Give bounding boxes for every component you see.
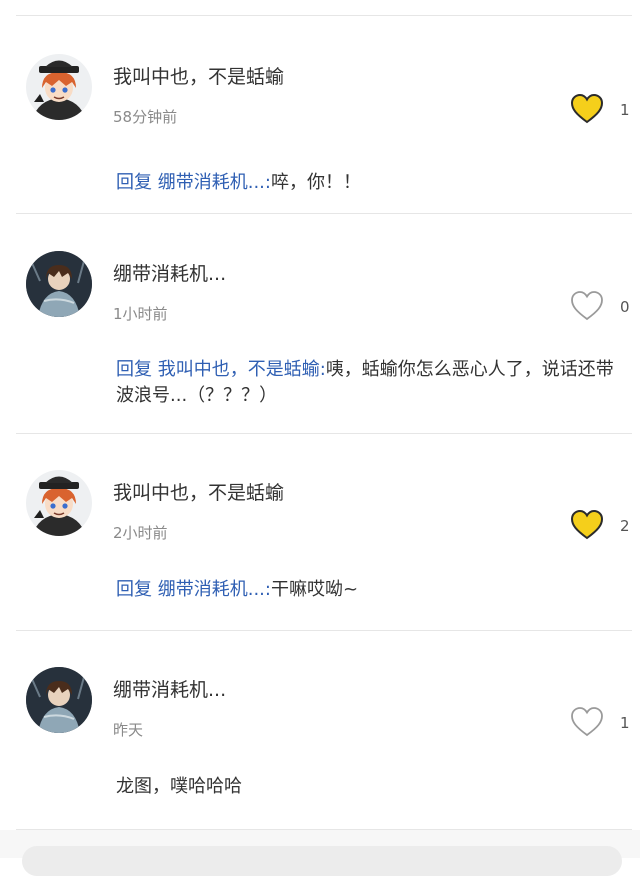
like-count: 1	[620, 101, 630, 119]
reply-text: 回复 绷带消耗机...:啐，你！！	[116, 170, 628, 196]
reply-prefix[interactable]: 回复	[116, 359, 152, 380]
like-count: 0	[620, 298, 630, 316]
reply-text: 回复 我叫中也，不是蛞蝓:咦，蛞蝓你怎么恶心人了，说话还带波浪号...（？？？）	[116, 357, 628, 409]
divider	[16, 433, 632, 434]
reply-prefix[interactable]: 回复	[116, 172, 152, 193]
heart-outline-icon[interactable]	[570, 706, 604, 738]
reply-target-username[interactable]: 绷带消耗机...:	[158, 579, 271, 600]
reply-text: 回复 绷带消耗机...:干嘛哎呦~	[116, 577, 628, 603]
username[interactable]: 我叫中也，不是蛞蝓	[113, 478, 284, 505]
avatar[interactable]	[26, 251, 92, 317]
timestamp: 2小时前	[113, 524, 168, 542]
comment-input-field[interactable]	[22, 846, 622, 876]
heart-icon[interactable]	[570, 93, 604, 125]
timestamp: 1小时前	[113, 305, 168, 323]
heart-icon[interactable]	[570, 509, 604, 541]
reply-content: 龙图，噗哈哈哈	[116, 776, 242, 797]
like-count: 1	[620, 714, 630, 732]
chuuya-avatar-icon	[26, 470, 92, 536]
heart-outline-icon[interactable]	[570, 290, 604, 322]
reply-content: 啐，你！！	[270, 172, 361, 193]
reply-target-username[interactable]: 我叫中也，不是蛞蝓:	[158, 359, 326, 380]
dazai-avatar-icon	[26, 251, 92, 317]
top-divider	[16, 15, 632, 16]
username[interactable]: 我叫中也，不是蛞蝓	[113, 62, 284, 89]
chuuya-avatar-icon	[26, 54, 92, 120]
divider	[16, 213, 632, 214]
avatar[interactable]	[26, 54, 92, 120]
username[interactable]: 绷带消耗机...	[113, 675, 226, 702]
timestamp: 58分钟前	[113, 108, 178, 126]
reply-prefix[interactable]: 回复	[116, 579, 152, 600]
divider	[16, 630, 632, 631]
avatar[interactable]	[26, 470, 92, 536]
username[interactable]: 绷带消耗机...	[113, 259, 226, 286]
timestamp: 昨天	[113, 721, 144, 739]
avatar[interactable]	[26, 667, 92, 733]
reply-content: 干嘛哎呦~	[270, 579, 359, 600]
reply-text: 龙图，噗哈哈哈	[116, 774, 628, 800]
like-count: 2	[620, 517, 630, 535]
dazai-avatar-icon	[26, 667, 92, 733]
reply-target-username[interactable]: 绷带消耗机...:	[158, 172, 271, 193]
